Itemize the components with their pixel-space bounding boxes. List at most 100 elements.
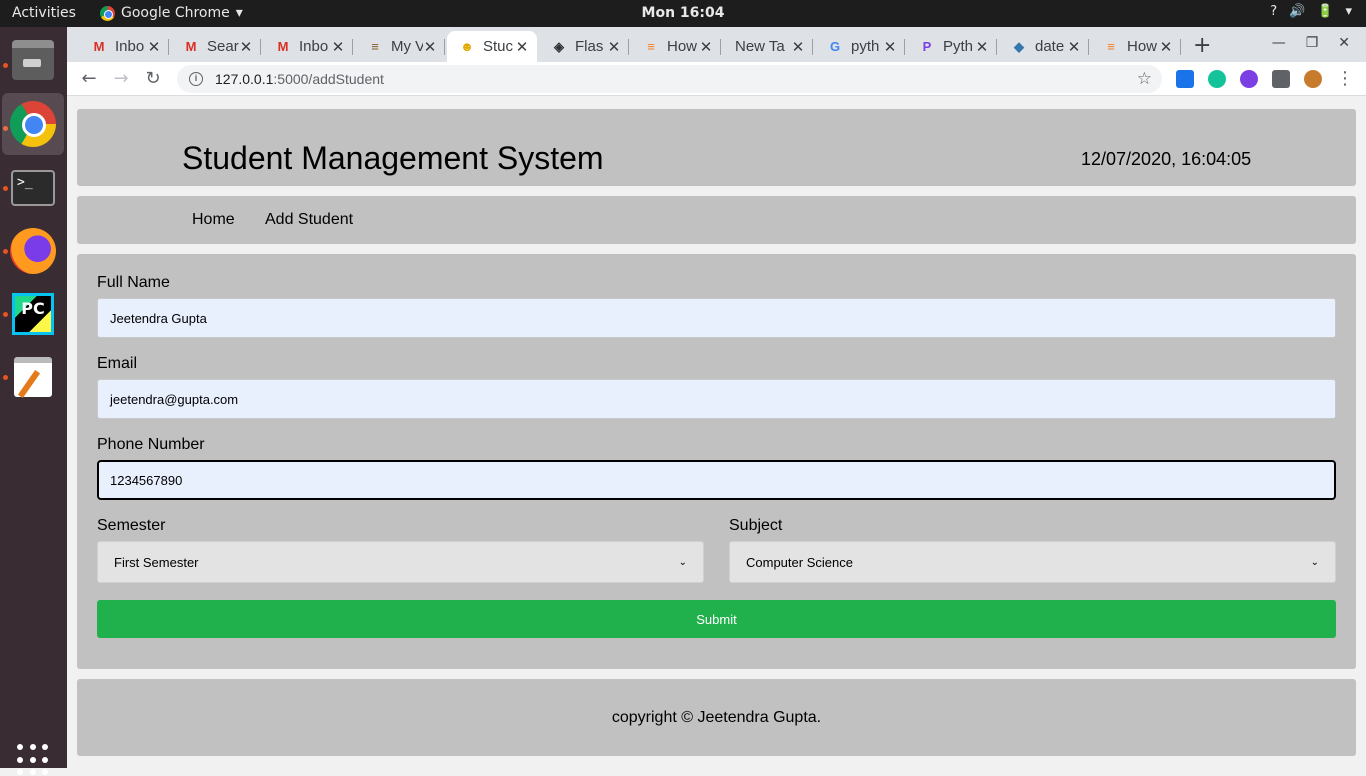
browser-tab[interactable]: ≡ How ✕: [1091, 31, 1181, 62]
tab-title: Inbo: [299, 38, 329, 55]
close-tab-icon[interactable]: ✕: [1067, 38, 1081, 56]
add-student-form: Full Name Jeetendra Gupta Email jeetendr…: [77, 254, 1356, 669]
browser-tab[interactable]: M Inbo ✕: [263, 31, 353, 62]
close-window-button[interactable]: ✕: [1338, 35, 1350, 51]
forward-button[interactable]: →: [109, 67, 133, 91]
new-tab-button[interactable]: +: [1193, 33, 1211, 58]
tab-favicon-icon: ◆: [1014, 38, 1024, 54]
close-tab-icon[interactable]: ✕: [883, 38, 897, 56]
site-nav: Home Add Student: [77, 196, 1356, 244]
tab-title: My V: [391, 38, 423, 55]
close-tab-icon[interactable]: ✕: [975, 38, 989, 56]
dock: >_ PC: [0, 27, 67, 776]
browser-tab[interactable]: ◈ Flas ✕: [539, 31, 629, 62]
tab-title: How: [667, 38, 698, 55]
files-icon: [12, 40, 54, 80]
browser-tab[interactable]: M Sear ✕: [171, 31, 261, 62]
chevron-down-icon: ⌄: [1310, 556, 1319, 568]
tab-favicon-icon: M: [185, 38, 197, 54]
system-tray[interactable]: ? 🔊 🔋 ▾: [1270, 4, 1352, 19]
dock-terminal[interactable]: >_: [2, 157, 64, 219]
firefox-icon: [10, 228, 56, 274]
browser-tab[interactable]: P Pyth ✕: [907, 31, 997, 62]
site-header: Student Management System 12/07/2020, 16…: [77, 109, 1356, 186]
tab-favicon-icon: ☻: [460, 38, 474, 54]
app-menu[interactable]: Google Chrome ▾: [100, 5, 243, 21]
reload-button[interactable]: ↻: [141, 67, 165, 91]
dock-firefox[interactable]: [2, 220, 64, 282]
full-name-field[interactable]: Jeetendra Gupta: [97, 298, 1336, 338]
close-tab-icon[interactable]: ✕: [331, 38, 345, 56]
browser-tab[interactable]: ≡ My V ✕: [355, 31, 445, 62]
semester-label: Semester: [97, 517, 166, 534]
dock-pycharm[interactable]: PC: [2, 283, 64, 345]
semester-selected-value: First Semester: [114, 554, 199, 570]
address-bar[interactable]: i 127.0.0.1:5000/addStudent ☆: [177, 65, 1162, 93]
browser-tab[interactable]: M Inbo ✕: [79, 31, 169, 62]
back-button[interactable]: ←: [77, 67, 101, 91]
email-field[interactable]: jeetendra@gupta.com: [97, 379, 1336, 419]
profile-avatar[interactable]: [1304, 70, 1322, 88]
tab-favicon-icon: M: [93, 38, 105, 54]
extension-icon[interactable]: [1176, 70, 1194, 88]
browser-tab[interactable]: New Ta ✕: [723, 31, 813, 62]
dock-files[interactable]: [2, 29, 64, 91]
close-tab-icon[interactable]: ✕: [791, 38, 805, 56]
site-info-icon[interactable]: i: [189, 72, 203, 86]
browser-toolbar: ← → ↻ i 127.0.0.1:5000/addStudent ☆ ⋮: [67, 62, 1366, 96]
nav-add-student-link[interactable]: Add Student: [265, 211, 353, 229]
email-label: Email: [97, 355, 138, 372]
restore-button[interactable]: ❐: [1306, 35, 1319, 51]
dock-chrome[interactable]: [2, 93, 64, 155]
browser-tab[interactable]: ☻ Stuc ✕: [447, 31, 537, 62]
browser-menu-icon[interactable]: ⋮: [1333, 67, 1357, 91]
close-tab-icon[interactable]: ✕: [699, 38, 713, 56]
close-tab-icon[interactable]: ✕: [515, 38, 529, 56]
phone-label: Phone Number: [97, 436, 205, 453]
grammarly-icon[interactable]: [1208, 70, 1226, 88]
browser-tab[interactable]: ◆ date ✕: [999, 31, 1089, 62]
help-icon[interactable]: ?: [1270, 4, 1277, 19]
volume-icon[interactable]: 🔊: [1289, 4, 1305, 19]
close-tab-icon[interactable]: ✕: [147, 38, 161, 56]
battery-icon[interactable]: 🔋: [1317, 4, 1333, 19]
phone-field[interactable]: 1234567890: [97, 460, 1336, 500]
nav-home-link[interactable]: Home: [192, 211, 235, 229]
subject-label: Subject: [729, 517, 783, 534]
window-controls: — ❐ ✕: [1272, 35, 1350, 51]
browser-tab[interactable]: ≡ How ✕: [631, 31, 721, 62]
bookmark-star-icon[interactable]: ☆: [1137, 69, 1152, 89]
close-tab-icon[interactable]: ✕: [607, 38, 621, 56]
tab-favicon-icon: ◈: [554, 38, 564, 54]
submit-button[interactable]: Submit: [97, 600, 1336, 638]
tab-title: Flas: [575, 38, 604, 55]
site-footer: copyright © Jeetendra Gupta.: [77, 679, 1356, 756]
subject-select[interactable]: Computer Science ⌄: [729, 541, 1336, 583]
chrome-icon: [100, 5, 115, 21]
dock-text-editor[interactable]: [2, 346, 64, 408]
system-menu-icon[interactable]: ▾: [1345, 4, 1352, 19]
tab-title: Pyth: [943, 38, 974, 55]
activities-button[interactable]: Activities: [12, 5, 76, 21]
tab-title: Sear: [207, 38, 239, 55]
tab-favicon-icon: P: [922, 38, 932, 54]
minimize-button[interactable]: —: [1272, 35, 1286, 51]
clock[interactable]: Mon 16:04: [642, 5, 725, 21]
chevron-down-icon: ▾: [235, 5, 243, 21]
web-page: Student Management System 12/07/2020, 16…: [67, 96, 1366, 768]
show-applications-icon[interactable]: [17, 744, 49, 776]
url-path: :5000/addStudent: [273, 71, 384, 87]
tab-title: pyth: [851, 38, 880, 55]
full-name-label: Full Name: [97, 274, 170, 291]
close-tab-icon[interactable]: ✕: [239, 38, 253, 56]
close-tab-icon[interactable]: ✕: [423, 38, 437, 56]
close-tab-icon[interactable]: ✕: [1159, 38, 1173, 56]
browser-tab[interactable]: Gpyth ✕: [815, 31, 905, 62]
app-menu-label: Google Chrome: [121, 5, 230, 21]
tab-strip: M Inbo ✕ M Sear ✕ M Inbo ✕ ≡ My V ✕ ☻ Stuc ✕ ◈ Flas ✕ ≡ How…: [67, 27, 1366, 62]
terminal-icon: >_: [11, 170, 55, 206]
puzzle-icon[interactable]: [1272, 70, 1290, 88]
extension-icon[interactable]: [1240, 70, 1258, 88]
semester-select[interactable]: First Semester ⌄: [97, 541, 704, 583]
current-datetime: 12/07/2020, 16:04:05: [1081, 149, 1252, 169]
